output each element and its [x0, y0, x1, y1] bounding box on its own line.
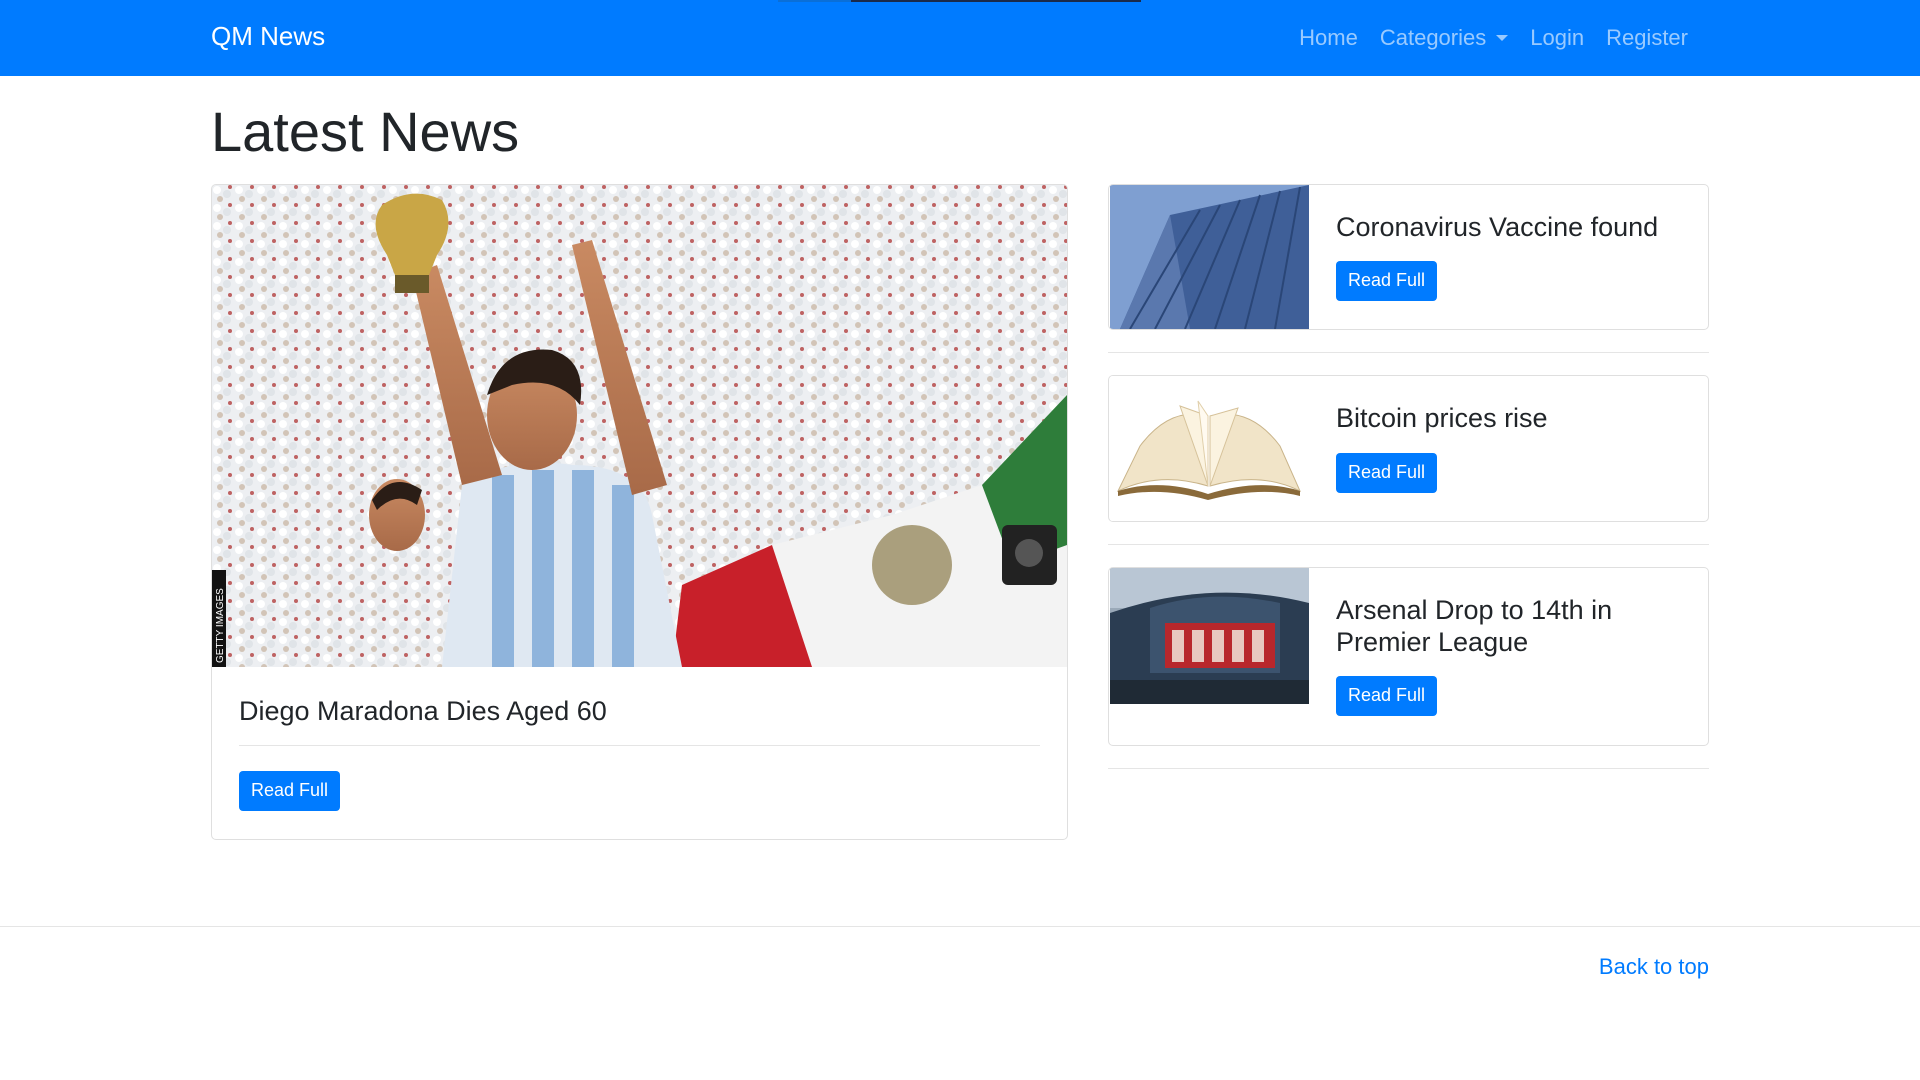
- building-image: [1110, 185, 1309, 329]
- nav-link-login[interactable]: Login: [1519, 25, 1595, 51]
- article-card: Arsenal Drop to 14th in Premier League R…: [1108, 567, 1709, 746]
- article-title: Arsenal Drop to 14th in Premier League: [1336, 595, 1613, 657]
- read-full-button[interactable]: Read Full: [1336, 261, 1438, 301]
- read-full-button[interactable]: Read Full: [1336, 453, 1438, 493]
- featured-article-card: GETTY IMAGES Diego Maradona Dies Aged 60…: [211, 184, 1068, 840]
- chevron-down-icon: [1496, 35, 1509, 41]
- featured-read-full-button[interactable]: Read Full: [239, 771, 341, 811]
- article-thumbnail[interactable]: [1110, 185, 1309, 329]
- page-title: Latest News: [211, 100, 520, 163]
- article-separator: [1108, 352, 1709, 353]
- read-full-button[interactable]: Read Full: [1336, 676, 1438, 716]
- article-title: Bitcoin prices rise: [1336, 403, 1548, 433]
- article-separator: [1108, 768, 1709, 769]
- brand-link[interactable]: QM News: [211, 21, 325, 52]
- article-card: Coronavirus Vaccine found Read Full: [1108, 184, 1709, 330]
- footer-divider: [0, 926, 1920, 927]
- top-navbar: QM News Home Categories Login Register: [0, 0, 1920, 76]
- nav-link-register[interactable]: Register: [1595, 25, 1699, 51]
- article-thumbnail[interactable]: [1110, 376, 1309, 521]
- featured-divider: [239, 745, 1040, 747]
- navbar-accent: [851, 0, 1141, 2]
- nav-link-categories[interactable]: Categories: [1369, 25, 1519, 51]
- featured-article-body: Diego Maradona Dies Aged 60: [239, 695, 1040, 747]
- article-title: Coronavirus Vaccine found: [1336, 212, 1659, 242]
- navbar-accent: [778, 0, 851, 2]
- image-credit: GETTY IMAGES: [215, 588, 226, 663]
- nav-link-home[interactable]: Home: [1288, 25, 1369, 51]
- maradona-trophy-image: GETTY IMAGES: [212, 185, 1067, 667]
- article-card: Bitcoin prices rise Read Full: [1108, 375, 1709, 522]
- back-to-top-link[interactable]: Back to top: [1599, 954, 1709, 980]
- featured-article-title: Diego Maradona Dies Aged 60: [239, 696, 607, 726]
- article-thumbnail[interactable]: [1110, 568, 1309, 704]
- nav-link-categories-label: Categories: [1379, 25, 1487, 50]
- open-book-image: [1110, 376, 1309, 521]
- featured-article-image[interactable]: GETTY IMAGES: [212, 185, 1067, 667]
- stadium-image: [1110, 568, 1309, 704]
- nav-links: Home Categories Login Register: [1288, 25, 1699, 51]
- article-separator: [1108, 544, 1709, 545]
